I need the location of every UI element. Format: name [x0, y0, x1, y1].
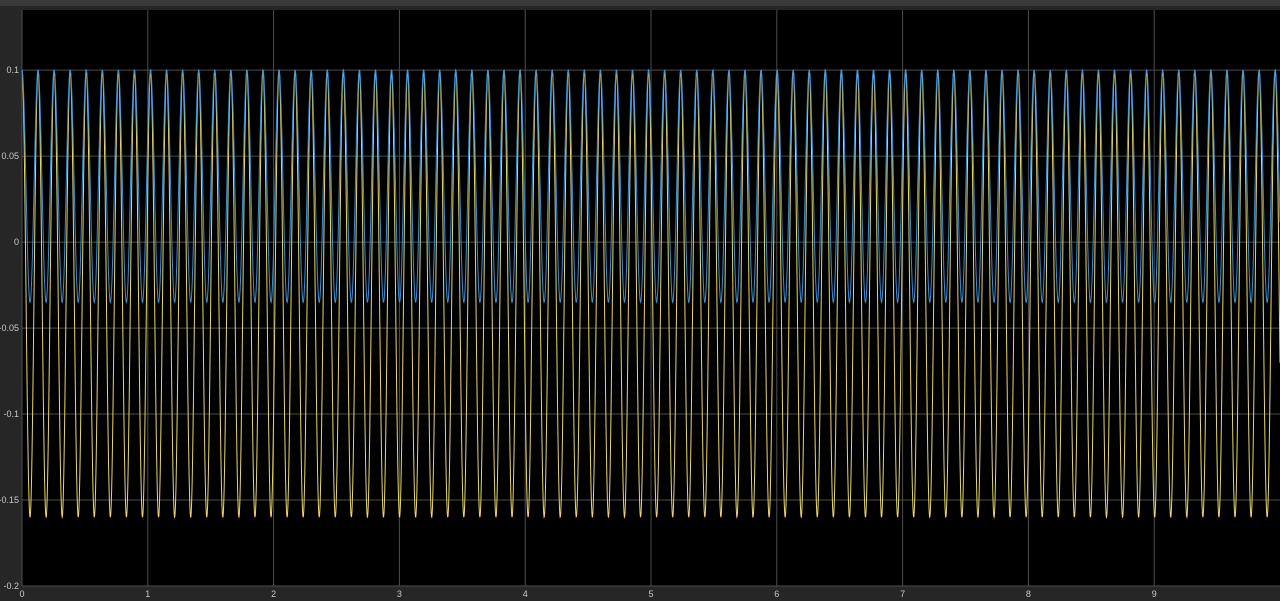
y-tick-label: -0.2 [3, 581, 19, 591]
x-tick-label: 1 [145, 589, 150, 599]
x-tick-label: 4 [523, 589, 528, 599]
y-tick-label: -0.1 [3, 409, 19, 419]
x-tick-label: 3 [397, 589, 402, 599]
scope-plot[interactable]: 0.1 0.05 0 -0.05 -0.1 -0.15 -0.2 0 1 2 3 4 5 6 7 8 9 [0, 0, 1280, 601]
x-tick-label: 5 [648, 589, 653, 599]
y-tick-label: -0.15 [0, 495, 19, 505]
x-tick-label: 9 [1152, 589, 1157, 599]
y-tick-label: -0.05 [0, 323, 19, 333]
x-tick-label: 6 [774, 589, 779, 599]
y-tick-labels: 0.1 0.05 0 -0.05 -0.1 -0.15 -0.2 [0, 65, 19, 591]
x-tick-label: 8 [1026, 589, 1031, 599]
y-tick-label: 0.1 [6, 65, 19, 75]
x-tick-label: 7 [900, 589, 905, 599]
x-tick-label: 2 [271, 589, 276, 599]
y-tick-label: 0 [14, 237, 19, 247]
scope-window: 0.1 0.05 0 -0.05 -0.1 -0.15 -0.2 0 1 2 3 4 5 6 7 8 9 [0, 0, 1280, 601]
x-tick-labels: 0 1 2 3 4 5 6 7 8 9 [19, 589, 1156, 599]
y-tick-label: 0.05 [1, 151, 19, 161]
x-tick-label: 0 [19, 589, 24, 599]
